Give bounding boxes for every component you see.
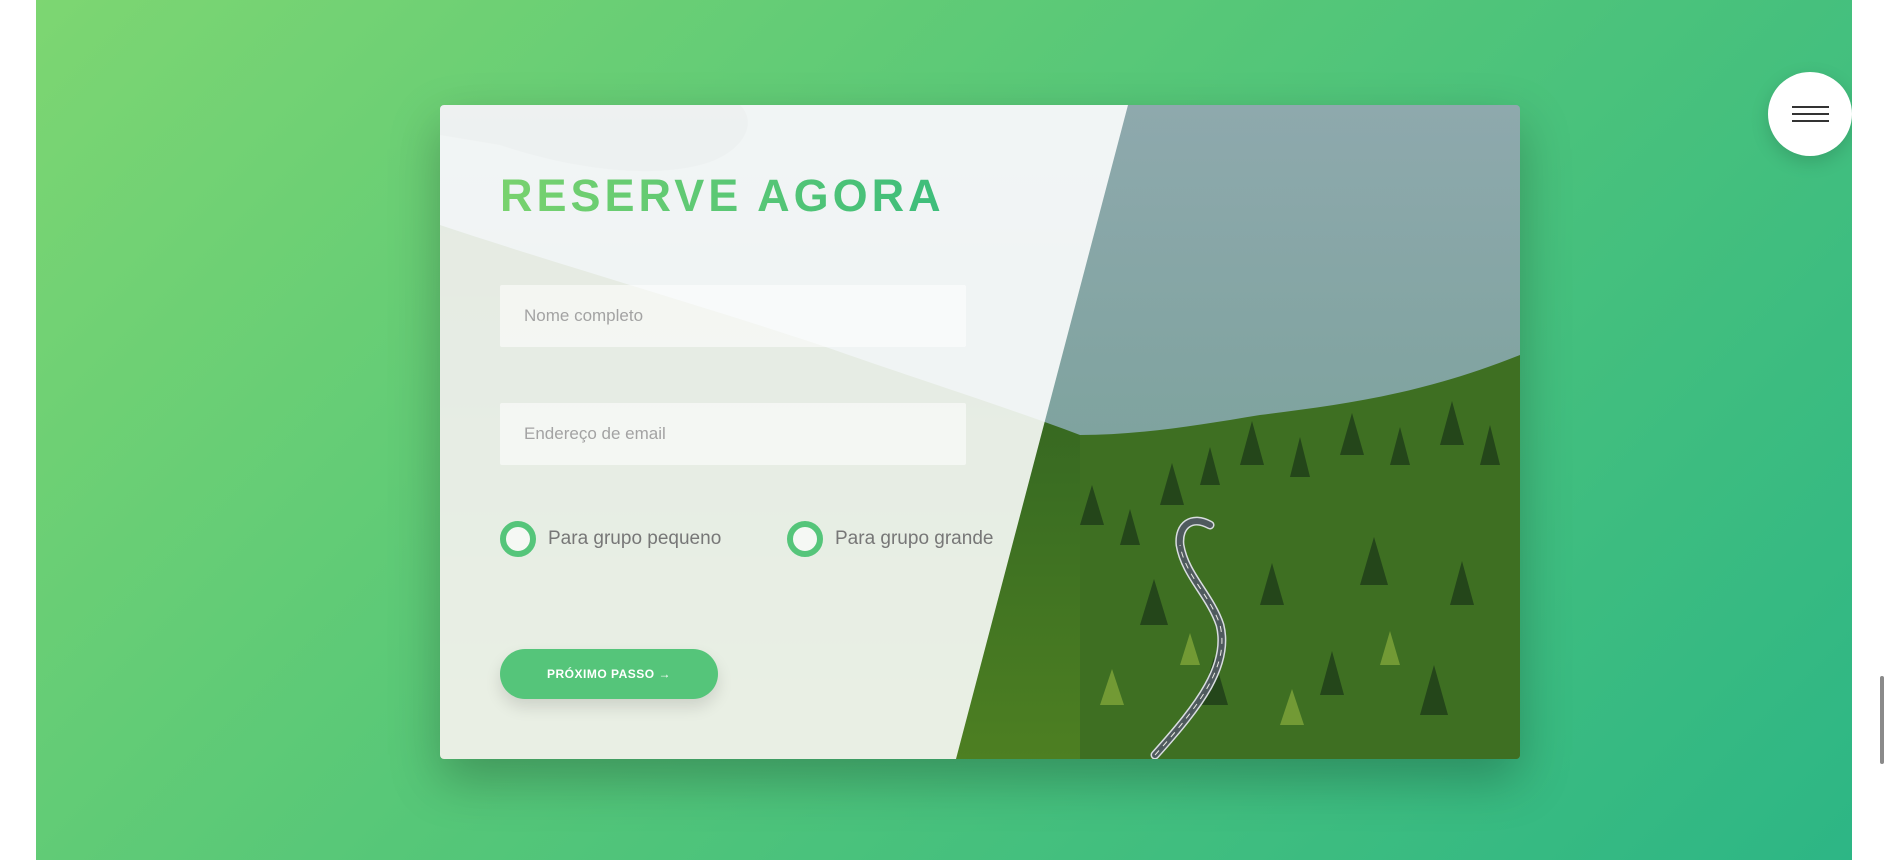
booking-card: RESERVE AGORA Para grupo pequeno Para gr… <box>440 105 1520 759</box>
large-group-radio[interactable]: Para grupo grande <box>787 520 993 558</box>
radio-circle-icon[interactable] <box>500 521 536 557</box>
booking-title: RESERVE AGORA <box>500 170 945 221</box>
hamburger-menu-icon <box>1792 120 1829 122</box>
large-group-label: Para grupo grande <box>835 528 994 549</box>
hamburger-menu-icon <box>1792 113 1829 115</box>
email-input[interactable] <box>500 403 966 465</box>
full-name-input[interactable] <box>500 285 966 347</box>
small-group-label: Para grupo pequeno <box>548 528 722 549</box>
radio-circle-icon[interactable] <box>787 521 823 557</box>
booking-section: RESERVE AGORA Para grupo pequeno Para gr… <box>36 0 1852 860</box>
scrollbar-thumb[interactable] <box>1880 676 1884 764</box>
navigation-menu-button[interactable] <box>1768 72 1852 156</box>
next-step-button[interactable]: PRÓXIMO PASSO → <box>500 649 718 699</box>
hamburger-menu-icon <box>1792 106 1829 108</box>
small-group-radio[interactable]: Para grupo pequeno <box>500 520 721 558</box>
page: RESERVE AGORA Para grupo pequeno Para gr… <box>0 0 1888 860</box>
